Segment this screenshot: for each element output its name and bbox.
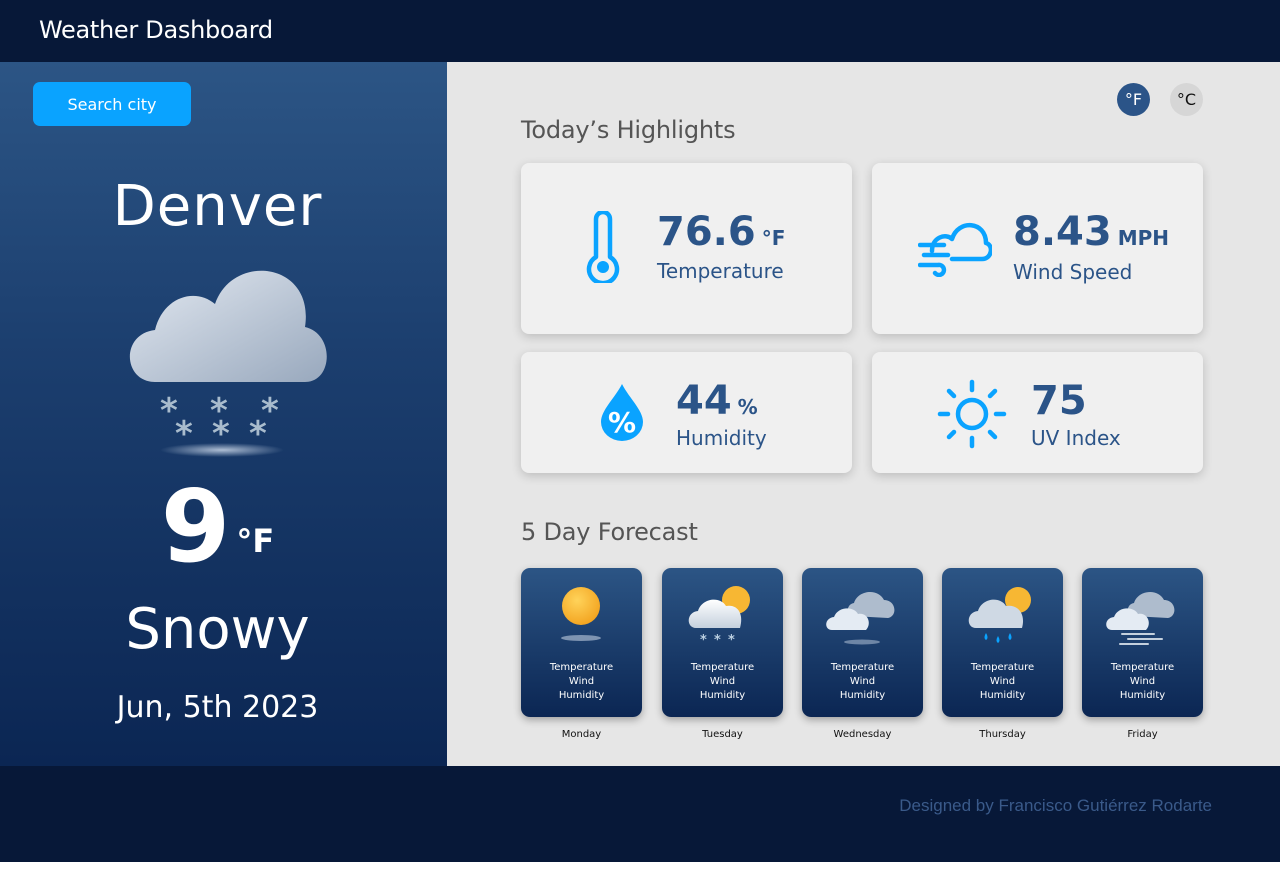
forecast-card-friday[interactable]: Temperature Wind Humidity [1082,568,1203,717]
temperature-unit: °F [236,522,275,560]
svg-text:%: % [608,406,636,439]
uv-card: 75 UV Index [872,352,1203,473]
current-temperature: 9 °F [0,472,435,582]
temperature-label: Temperature [657,259,784,283]
forecast-card-wednesday[interactable]: Temperature Wind Humidity [802,568,923,717]
forecast-humidity-label: Humidity [839,690,886,701]
humidity-highlight-unit: % [737,395,758,419]
forecast-humidity-label: Humidity [1119,690,1166,701]
wind-label: Wind Speed [1013,260,1133,284]
humidity-label: Humidity [676,426,767,450]
highlights-title: Today’s Highlights [521,116,736,144]
page-footer: Designed by Francisco Gutiérrez Rodarte [0,766,1280,862]
forecast-day: Friday [1127,729,1158,740]
cloudy-icon [826,592,895,645]
wind-card: 8.43 MPH Wind Speed [872,163,1203,334]
forecast-temperature-label: Temperature [830,662,895,673]
app-title: Weather Dashboard [39,16,273,44]
forecast-card-tuesday[interactable]: * * * Temperature Wind Humidity [662,568,783,717]
wind-highlight-value: 8.43 [1013,209,1112,255]
forecast-day: Tuesday [702,729,743,740]
temperature-value: 9 [160,468,231,585]
forecast-wind-label: Wind [1129,676,1156,687]
forecast-day: Thursday [979,729,1026,740]
forecast-wind-label: Wind [989,676,1016,687]
forecast-humidity-label: Humidity [979,690,1026,701]
humidity-highlight: 44% [676,378,758,424]
snow-cloud-icon: * * * * * * [129,270,327,457]
temperature-card: 76.6 °F Temperature [521,163,852,334]
forecast-wind-label: Wind [568,676,595,687]
forecast-temperature-label: Temperature [690,662,755,673]
sun-snow-cloud-icon: * * * [688,586,750,648]
search-city-button[interactable]: Search city [33,82,191,126]
wind-highlight-unit: MPH [1117,226,1170,250]
humidity-highlight-value: 44 [676,378,732,424]
forecast-temperature-label: Temperature [970,662,1035,673]
fahrenheit-toggle[interactable]: °F [1117,83,1150,116]
sun-icon [561,587,601,641]
forecast-day: Wednesday [833,729,892,740]
forecast-temperature-label: Temperature [549,662,614,673]
app-header: Weather Dashboard [0,0,1280,62]
wind-highlight: 8.43 MPH [1013,209,1169,255]
forecast-wind-label: Wind [709,676,736,687]
thermometer-icon [586,211,620,283]
current-weather-panel: Search city Denver * * * * * * 9 °F Snowy Jun… [0,62,447,766]
temperature-highlight-value: 76.6 [657,209,756,255]
temperature-highlight-unit: °F [761,226,786,250]
forecast-card-thursday[interactable]: Temperature Wind Humidity [942,568,1063,717]
forecast-temperature-label: Temperature [1110,662,1175,673]
forecast-title: 5 Day Forecast [521,518,698,546]
svg-text:*: * [728,633,735,648]
forecast-card-monday[interactable]: Temperature Wind Humidity [521,568,642,717]
forecast-humidity-label: Humidity [699,690,746,701]
svg-text:*: * [714,633,721,648]
city-name: Denver [112,174,323,239]
wind-cloud-icon [918,222,992,277]
uv-highlight-value: 75 [1031,378,1087,424]
humidity-card: % 44% Humidity [521,352,852,473]
temperature-highlight: 76.6 °F [657,209,785,255]
uv-label: UV Index [1031,426,1121,450]
sun-rain-cloud-icon [968,587,1031,643]
humidity-drop-icon: % [601,384,643,441]
forecast-humidity-label: Humidity [558,690,605,701]
weather-condition: Snowy [125,597,310,662]
designer-credit: Designed by Francisco Gutiérrez Rodarte [899,796,1212,815]
windy-cloud-icon [1106,592,1175,645]
sun-icon [937,379,1007,449]
svg-text:*: * [700,633,707,648]
celsius-toggle[interactable]: °C [1170,83,1203,116]
current-date: Jun, 5th 2023 [116,690,319,725]
main-content: °F °C Today’s Highlights 76.6 °F Temperat… [447,62,1280,766]
forecast-day: Monday [561,729,602,740]
forecast-wind-label: Wind [849,676,876,687]
